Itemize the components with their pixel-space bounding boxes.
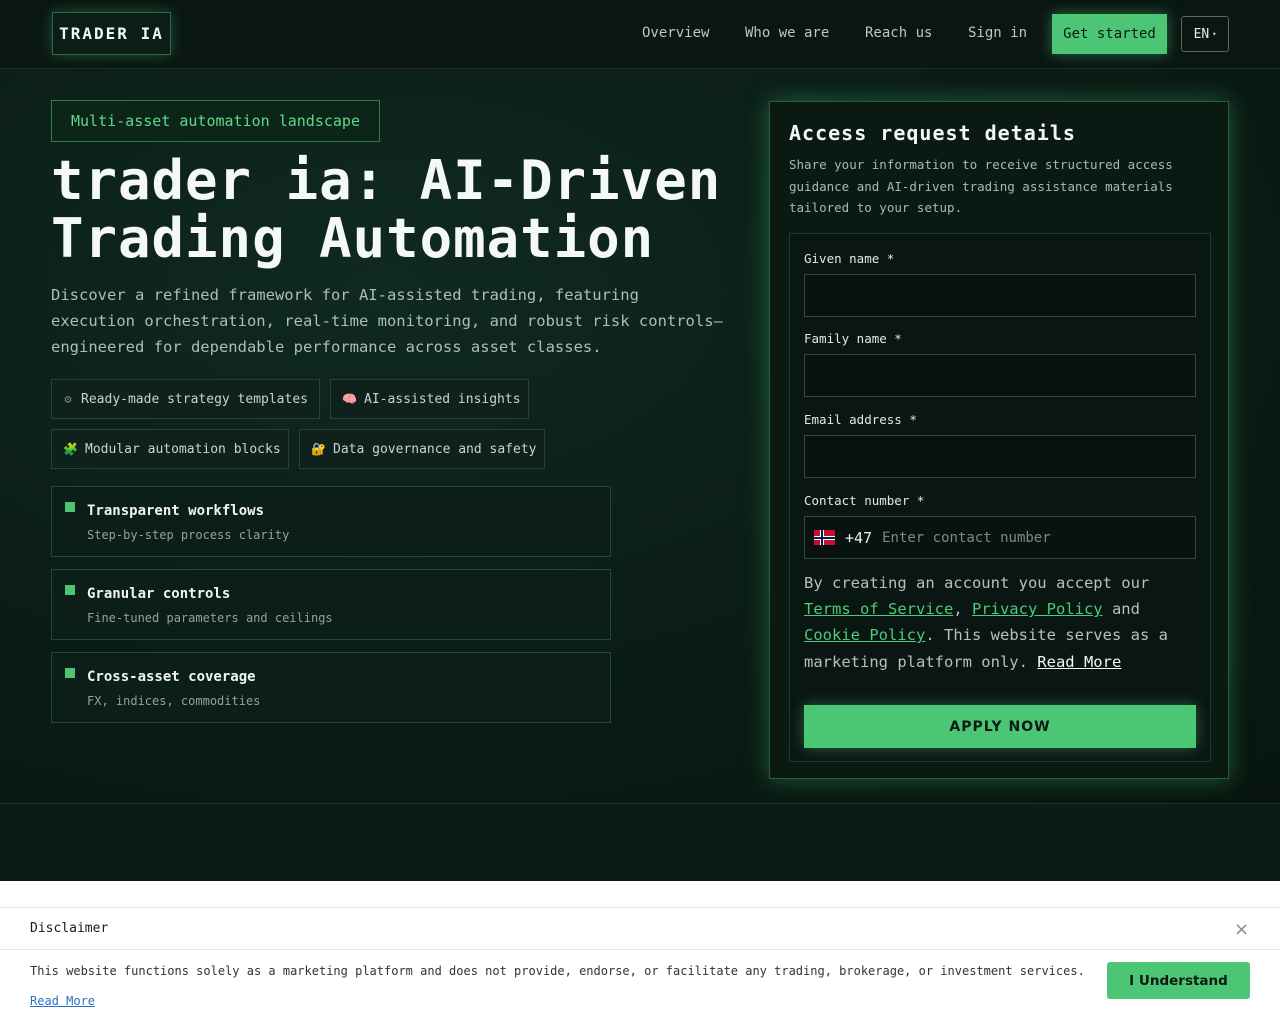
form-description: Share your information to receive struct… — [789, 157, 1173, 215]
tag-label: Data governance and safety — [333, 441, 537, 457]
tag-ai-insights: 🧠 AI-assisted insights — [330, 379, 529, 419]
form-title: Access request details — [789, 121, 1076, 145]
nav-reach-us[interactable]: Reach us — [865, 25, 932, 41]
feature-subtitle: Fine-tuned parameters and ceilings — [87, 611, 333, 625]
tag-strategy-templates: ⚙ Ready-made strategy templates — [51, 379, 320, 419]
bullet-square-icon — [65, 502, 75, 512]
get-started-button[interactable]: Get started — [1052, 14, 1167, 54]
nav-who-we-are[interactable]: Who we are — [745, 25, 829, 41]
email-input[interactable] — [804, 435, 1196, 478]
lock-icon: 🔐 — [311, 442, 326, 456]
tag-label: AI-assisted insights — [364, 391, 521, 407]
dial-code: +47 — [845, 528, 873, 547]
site-header: TRADER IA Overview Who we are Reach us S… — [0, 0, 1280, 69]
language-selector[interactable]: EN ▾ — [1181, 16, 1229, 52]
disclaimer-banner: Disclaimer × This website functions sole… — [0, 907, 1280, 1024]
i-understand-button[interactable]: I Understand — [1107, 962, 1250, 999]
read-more-link[interactable]: Read More — [1037, 653, 1121, 671]
terms-link[interactable]: Terms of Service — [804, 600, 953, 618]
cookie-link[interactable]: Cookie Policy — [804, 626, 925, 644]
bullet-square-icon — [65, 585, 75, 595]
hero-chip: Multi-asset automation landscape — [51, 100, 380, 142]
hero-description: Discover a refined framework for AI-assi… — [51, 286, 723, 356]
phone-field[interactable]: +47 Enter contact number — [804, 516, 1196, 559]
gear-icon: ⚙ — [64, 392, 72, 406]
tag-automation-blocks: 🧩 Modular automation blocks — [51, 429, 289, 469]
consent-prefix: By creating an account you accept our — [804, 574, 1150, 592]
access-request-card: Access request details Share your inform… — [769, 101, 1229, 779]
disclaimer-text: This website functions solely as a marke… — [30, 964, 1085, 978]
consent-comma: , — [953, 600, 972, 619]
given-name-label: Given name * — [804, 251, 895, 266]
feature-cross-asset: Cross-asset coverage FX, indices, commod… — [51, 652, 611, 723]
puzzle-icon: 🧩 — [63, 442, 78, 456]
consent-text: By creating an account you accept our Te… — [804, 570, 1196, 675]
phone-input[interactable]: Enter contact number — [882, 530, 1051, 546]
feature-subtitle: Step-by-step process clarity — [87, 528, 290, 542]
disclaimer-read-more-link[interactable]: Read More — [30, 994, 95, 1008]
divider — [0, 949, 1280, 950]
family-name-input[interactable] — [804, 354, 1196, 397]
nav-sign-in[interactable]: Sign in — [968, 25, 1027, 41]
signup-form: Given name * Family name * Email address… — [789, 233, 1211, 762]
close-icon[interactable]: × — [1234, 919, 1249, 940]
lower-section — [0, 804, 1280, 881]
feature-granular-controls: Granular controls Fine-tuned parameters … — [51, 569, 611, 640]
brain-icon: 🧠 — [342, 392, 357, 406]
nav-overview[interactable]: Overview — [642, 25, 709, 41]
feature-title: Cross-asset coverage — [87, 669, 256, 685]
chevron-down-icon: ▾ — [1212, 30, 1217, 38]
feature-transparent-workflows: Transparent workflows Step-by-step proce… — [51, 486, 611, 557]
feature-title: Granular controls — [87, 586, 231, 602]
hero-title-line1: trader ia: AI-Driven — [51, 149, 722, 212]
disclaimer-title: Disclaimer — [30, 921, 109, 936]
given-name-input[interactable] — [804, 274, 1196, 317]
hero-title: trader ia: AI-Driven Trading Automation — [51, 152, 751, 268]
privacy-link[interactable]: Privacy Policy — [972, 600, 1103, 618]
logo[interactable]: TRADER IA — [52, 12, 171, 55]
apply-now-button[interactable]: APPLY NOW — [804, 705, 1196, 748]
phone-label: Contact number * — [804, 493, 925, 508]
email-label: Email address * — [804, 412, 917, 427]
language-label: EN — [1193, 26, 1210, 42]
partially-hidden-strip — [0, 881, 1280, 907]
tag-label: Modular automation blocks — [85, 441, 281, 457]
hero-title-line2: Trading Automation — [51, 207, 655, 270]
feature-title: Transparent workflows — [87, 503, 265, 519]
consent-and: and — [1102, 600, 1140, 619]
tag-label: Ready-made strategy templates — [81, 391, 308, 407]
norway-flag-icon[interactable] — [814, 530, 835, 545]
tag-data-governance: 🔐 Data governance and safety — [299, 429, 545, 469]
bullet-square-icon — [65, 668, 75, 678]
feature-subtitle: FX, indices, commodities — [87, 694, 261, 708]
family-name-label: Family name * — [804, 331, 902, 346]
